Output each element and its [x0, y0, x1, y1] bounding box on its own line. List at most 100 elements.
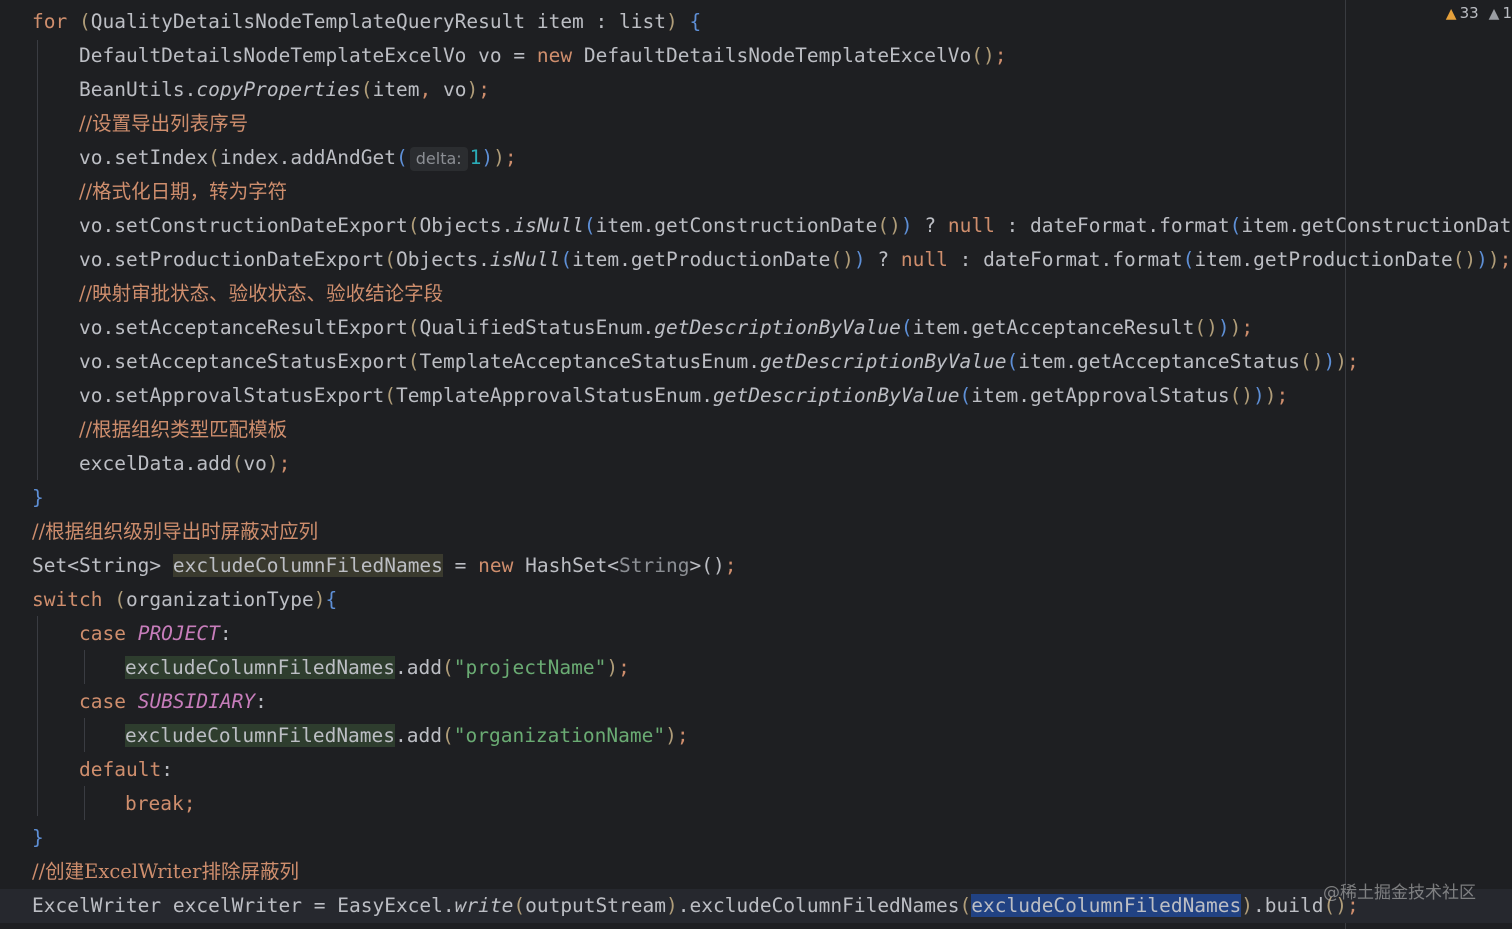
- code-token: vo.setConstructionDateExport: [79, 214, 408, 237]
- code-line[interactable]: }: [0, 481, 1512, 515]
- code-token: (: [384, 248, 396, 271]
- code-line[interactable]: //创建ExcelWriter排除屏蔽列: [0, 855, 1512, 889]
- code-line[interactable]: //根据组织类型匹配模板: [0, 413, 1512, 447]
- code-line[interactable]: excludeColumnFiledNames.add("projectName…: [0, 651, 1512, 685]
- code-token: ): [1229, 316, 1242, 339]
- code-token: isNull: [513, 214, 584, 237]
- code-line[interactable]: for (QualityDetailsNodeTemplateQueryResu…: [0, 5, 1512, 39]
- code-token: (: [396, 146, 408, 169]
- code-editor[interactable]: for (QualityDetailsNodeTemplateQueryResu…: [0, 0, 1512, 929]
- code-token: ): [1487, 248, 1500, 271]
- code-token: ): [853, 248, 866, 271]
- code-token: (: [900, 316, 913, 339]
- watermark: @稀土掘金技术社区: [1323, 883, 1476, 903]
- code-line[interactable]: vo.setConstructionDateExport(Objects.isN…: [0, 209, 1512, 243]
- code-token: (: [208, 146, 220, 169]
- code-line[interactable]: switch (organizationType){: [0, 583, 1512, 617]
- code-token: (: [407, 214, 420, 237]
- weak-warnings-indicator[interactable]: ▲ 1: [1489, 4, 1512, 22]
- code-token: "projectName": [453, 656, 607, 679]
- code-line[interactable]: ExcelWriter excelWriter = EasyExcel.writ…: [0, 889, 1512, 923]
- code-line[interactable]: BeanUtils.copyProperties(item, vo);: [0, 73, 1512, 107]
- code-token: ?: [865, 248, 901, 271]
- code-token: String: [619, 554, 690, 577]
- code-token: item.getAcceptanceStatus: [1018, 350, 1301, 373]
- code-token: ?: [912, 214, 948, 237]
- code-line[interactable]: //根据组织级别导出时屏蔽对应列: [0, 515, 1512, 549]
- code-token: null: [900, 248, 948, 271]
- code-token: (: [360, 78, 373, 101]
- code-line[interactable]: vo.setApprovalStatusExport(TemplateAppro…: [0, 379, 1512, 413]
- code-token: organizationType: [125, 588, 314, 611]
- code-token: outputStream: [525, 894, 666, 917]
- code-token: excludeColumnFiledNames: [125, 724, 396, 747]
- code-line[interactable]: }: [0, 821, 1512, 855]
- code-token: ): [606, 656, 619, 679]
- code-line[interactable]: vo.setIndex(index.addAndGet(delta: 1));: [0, 141, 1512, 175]
- code-line[interactable]: break;: [0, 787, 1512, 821]
- code-token: SUBSIDIARY: [137, 690, 256, 713]
- code-token: :: [219, 622, 232, 645]
- code-token: copyProperties: [196, 78, 361, 101]
- inspection-status[interactable]: ▲ 33 ▲ 1: [1446, 2, 1512, 24]
- code-token: >(): [689, 554, 725, 577]
- code-token: vo: [442, 78, 467, 101]
- code-token: (: [442, 656, 454, 679]
- code-line[interactable]: excludeColumnFiledNames.add("organizatio…: [0, 719, 1512, 753]
- code-token: ): [900, 214, 913, 237]
- code-line[interactable]: vo.setAcceptanceResultExport(QualifiedSt…: [0, 311, 1512, 345]
- code-line[interactable]: vo.setProductionDateExport(Objects.isNul…: [0, 243, 1512, 277]
- code-line[interactable]: //格式化日期，转为字符: [0, 175, 1512, 209]
- code-token: ): [1241, 894, 1254, 917]
- code-token: (: [78, 10, 91, 33]
- code-token: vo.setApprovalStatusExport: [79, 384, 385, 407]
- code-token: "organizationName": [453, 724, 666, 747]
- code-token: HashSet<: [525, 554, 620, 577]
- warnings-indicator[interactable]: ▲ 33: [1446, 4, 1479, 22]
- code-token: Objects.: [419, 214, 514, 237]
- code-token: excludeColumnFiledNames: [971, 894, 1242, 917]
- code-line[interactable]: case SUBSIDIARY:: [0, 685, 1512, 719]
- code-line[interactable]: vo.setAcceptanceStatusExport(TemplateAcc…: [0, 345, 1512, 379]
- code-token: : dateFormat.format: [947, 248, 1183, 271]
- code-token: item.getAcceptanceResult: [912, 316, 1195, 339]
- code-line[interactable]: //设置导出列表序号: [0, 107, 1512, 141]
- code-line[interactable]: //映射审批状态、验收状态、验收结论字段: [0, 277, 1512, 311]
- code-token: ;: [994, 44, 1007, 67]
- weak-warnings-count: 1: [1502, 4, 1512, 22]
- code-token: :: [161, 758, 173, 781]
- code-token: ): [313, 588, 326, 611]
- code-token: TemplateAcceptanceStatusEnum.: [419, 350, 760, 373]
- code-token: ): [1335, 350, 1347, 373]
- code-token: vo: [243, 452, 267, 475]
- code-token: DefaultDetailsNodeTemplateExcelVo: [583, 44, 972, 67]
- code-line[interactable]: case PROJECT:: [0, 617, 1512, 651]
- code-token: ;: [676, 724, 689, 747]
- code-token: (: [583, 214, 596, 237]
- code-token: (: [513, 894, 526, 917]
- code-line[interactable]: DefaultDetailsNodeTemplateExcelVo vo = n…: [0, 39, 1512, 73]
- code-token: : dateFormat.format: [994, 214, 1230, 237]
- code-token: default: [79, 758, 162, 781]
- code-token: (: [442, 724, 454, 747]
- code-line[interactable]: Set<String> excludeColumnFiledNames = ne…: [0, 549, 1512, 583]
- code-line[interactable]: excelData.add(vo);: [0, 447, 1512, 481]
- code-token: ;: [1499, 248, 1512, 271]
- code-token: getDescriptionByValue: [654, 316, 901, 339]
- code-token: ;: [618, 656, 630, 679]
- code-token: (: [384, 384, 396, 407]
- code-token: ,: [419, 78, 443, 101]
- code-token: TemplateApprovalStatusEnum.: [396, 384, 713, 407]
- code-token: 1: [469, 146, 482, 169]
- code-line[interactable]: default:: [0, 753, 1512, 787]
- code-token: (: [231, 452, 244, 475]
- code-token: excludeColumnFiledNames: [125, 656, 396, 679]
- code-token: }: [32, 826, 44, 849]
- code-token: excelData.add: [79, 452, 232, 475]
- code-token: (: [1229, 214, 1242, 237]
- code-token: ;: [1276, 384, 1289, 407]
- code-token: getDescriptionByValue: [712, 384, 960, 407]
- code-token: (: [407, 350, 420, 373]
- code-token: ;: [278, 452, 291, 475]
- code-token: .add: [395, 656, 442, 679]
